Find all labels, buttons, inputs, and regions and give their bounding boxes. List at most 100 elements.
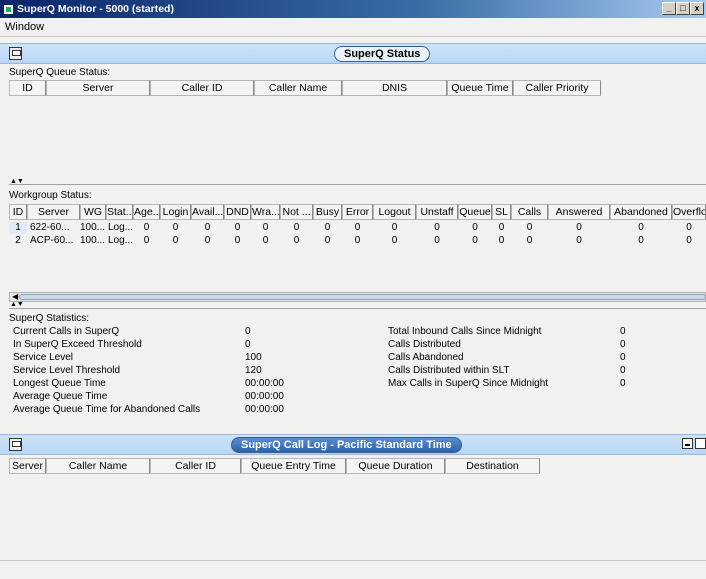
status-bar <box>0 560 706 579</box>
stat-label: Calls Abandoned <box>388 352 464 363</box>
column-header-dnis[interactable]: DNIS <box>342 80 447 96</box>
column-header-wrapup[interactable]: Wra... <box>251 204 280 220</box>
column-header-status[interactable]: Stat... <box>106 204 133 220</box>
scrollbar-thumb[interactable] <box>19 294 706 300</box>
close-button[interactable]: x <box>690 2 704 15</box>
workgroup-status-label: Workgroup Status: <box>9 190 92 201</box>
column-header-queue[interactable]: Queue <box>458 204 492 220</box>
scroll-left-arrow-icon[interactable]: ◀ <box>12 293 18 301</box>
stat-value: 00:00:00 <box>245 391 284 402</box>
column-header-queue-entry-time[interactable]: Queue Entry Time <box>241 458 346 474</box>
stat-label: Max Calls in SuperQ Since Midnight <box>388 378 549 389</box>
table-row[interactable]: 2 ACP-60... 100... Log... 0 0 0 0 0 0 0 … <box>9 235 706 247</box>
column-header-destination[interactable]: Destination <box>445 458 540 474</box>
cell-dnd: 0 <box>234 235 241 246</box>
queue-status-label: SuperQ Queue Status: <box>9 67 111 78</box>
splitter-divider[interactable] <box>9 308 706 309</box>
cell-error: 0 <box>354 235 361 246</box>
column-header-server[interactable]: Server <box>27 204 80 220</box>
column-header-answered[interactable]: Answered <box>548 204 610 220</box>
maximize-button[interactable]: □ <box>676 2 690 15</box>
window-controls: _ □ x <box>662 2 704 15</box>
cell-busy: 0 <box>324 222 331 233</box>
queue-status-table-header: ID Server Caller ID Caller Name DNIS Que… <box>9 80 706 96</box>
column-header-caller-priority[interactable]: Caller Priority <box>513 80 601 96</box>
column-header-abandoned[interactable]: Abandoned <box>610 204 672 220</box>
stat-value: 100 <box>245 352 262 363</box>
column-header-dnd[interactable]: DND <box>224 204 251 220</box>
column-header-server[interactable]: Server <box>46 80 150 96</box>
workgroup-table-header: ID Server WG Stat... Age... Login Avail.… <box>9 204 706 220</box>
column-header-busy[interactable]: Busy <box>313 204 342 220</box>
stat-label: In SuperQ Exceed Threshold <box>13 339 142 350</box>
stat-label: Average Queue Time <box>13 391 108 402</box>
stat-value: 0 <box>245 326 251 337</box>
call-log-title: SuperQ Call Log - Pacific Standard Time <box>231 437 462 453</box>
horizontal-scrollbar[interactable]: ◀ <box>9 292 706 302</box>
column-header-unstaff[interactable]: Unstaff <box>416 204 458 220</box>
column-header-available[interactable]: Avail... <box>191 204 224 220</box>
cell-dnd: 0 <box>234 222 241 233</box>
stat-label: Total Inbound Calls Since Midnight <box>388 326 542 337</box>
column-header-agents[interactable]: Age... <box>133 204 160 220</box>
column-header-id[interactable]: ID <box>9 204 27 220</box>
column-header-not-ready[interactable]: Not ... <box>280 204 313 220</box>
cell-overflow: 0 <box>686 235 692 246</box>
cell-not-ready: 0 <box>293 222 300 233</box>
column-header-server[interactable]: Server <box>9 458 46 474</box>
panel-window-controls <box>682 438 706 449</box>
cell-not-ready: 0 <box>293 235 300 246</box>
menu-item-window[interactable]: Window <box>5 21 44 33</box>
cell-queue: 0 <box>472 235 478 246</box>
stat-value: 0 <box>620 352 626 363</box>
cell-error: 0 <box>354 222 361 233</box>
cell-wg: 100... <box>80 235 106 246</box>
call-log-table-header: Server Caller Name Caller ID Queue Entry… <box>9 458 706 474</box>
stat-value: 00:00:00 <box>245 404 284 415</box>
status-panel-title: SuperQ Status <box>334 46 431 62</box>
column-header-caller-name[interactable]: Caller Name <box>254 80 342 96</box>
cell-status: Log... <box>108 222 134 233</box>
column-header-caller-name[interactable]: Caller Name <box>46 458 150 474</box>
cell-unstaff: 0 <box>434 222 440 233</box>
window-title: SuperQ Monitor - 5000 (started) <box>17 3 174 15</box>
window-title-bar[interactable]: SuperQ Monitor - 5000 (started) _ □ x <box>0 0 706 18</box>
cell-queue: 0 <box>472 222 478 233</box>
cell-login: 0 <box>172 235 179 246</box>
app-icon <box>3 3 14 15</box>
printer-icon[interactable] <box>9 47 22 60</box>
cell-wg: 100... <box>80 222 106 233</box>
column-header-sl[interactable]: SL <box>492 204 511 220</box>
column-header-queue-duration[interactable]: Queue Duration <box>346 458 445 474</box>
splitter-divider[interactable] <box>9 184 706 185</box>
cell-status: Log... <box>108 235 134 246</box>
column-header-login[interactable]: Login <box>160 204 191 220</box>
column-header-id[interactable]: ID <box>9 80 46 96</box>
cell-unstaff: 0 <box>434 235 440 246</box>
cell-server: ACP-60... <box>30 235 74 246</box>
column-header-logout[interactable]: Logout <box>373 204 416 220</box>
printer-icon[interactable] <box>9 438 22 451</box>
cell-login: 0 <box>172 222 179 233</box>
table-row[interactable]: 1 622-60... 100... Log... 0 0 0 0 0 0 0 … <box>9 222 706 234</box>
cell-overflow: 0 <box>686 222 692 233</box>
cell-logout: 0 <box>391 222 398 233</box>
column-header-wg[interactable]: WG <box>80 204 106 220</box>
column-header-calls[interactable]: Calls <box>511 204 548 220</box>
column-header-overflow[interactable]: Overflo <box>672 204 706 220</box>
cell-logout: 0 <box>391 235 398 246</box>
stat-label: Calls Distributed within SLT <box>388 365 510 376</box>
cell-abandoned: 0 <box>638 222 644 233</box>
panel-restore-icon[interactable] <box>695 438 706 449</box>
cell-answered: 0 <box>576 235 582 246</box>
cell-agents: 0 <box>143 235 150 246</box>
cell-calls: 0 <box>526 222 533 233</box>
stat-label: Service Level Threshold <box>13 365 121 376</box>
panel-minimize-icon[interactable] <box>682 438 693 449</box>
column-header-caller-id[interactable]: Caller ID <box>150 80 254 96</box>
column-header-queue-time[interactable]: Queue Time <box>447 80 513 96</box>
minimize-button[interactable]: _ <box>662 2 676 15</box>
column-header-caller-id[interactable]: Caller ID <box>150 458 241 474</box>
stat-value: 120 <box>245 365 262 376</box>
column-header-error[interactable]: Error <box>342 204 373 220</box>
